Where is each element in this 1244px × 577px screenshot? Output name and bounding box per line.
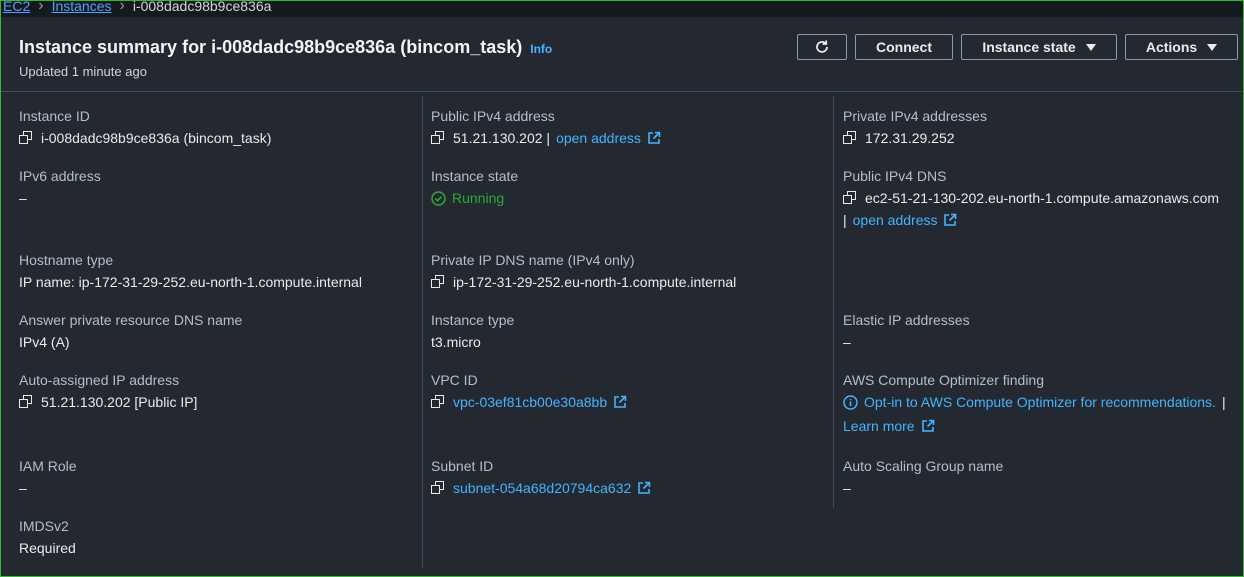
external-link-icon [638, 481, 651, 494]
optimizer-label: AWS Compute Optimizer finding [843, 372, 1044, 388]
instance-summary-panel: EC2 › Instances › i-008dadc98b9ce836a In… [0, 0, 1244, 577]
private-dns-value: ip-172-31-29-252.eu-north-1.compute.inte… [453, 274, 737, 290]
page-title-row: Instance summary for i-008dadc98b9ce836a… [19, 37, 552, 58]
imdsv2-label: IMDSv2 [19, 518, 69, 534]
imdsv2-field: IMDSv2 Required [19, 518, 419, 556]
instance-id-value: i-008dadc98b9ce836a (bincom_task) [41, 130, 272, 146]
vpc-id-field: VPC ID vpc-03ef81cb00e30a8bb [431, 372, 831, 410]
instance-state-label: Instance state [431, 168, 519, 184]
copy-icon[interactable] [431, 481, 445, 495]
private-ipv4-field: Private IPv4 addresses 172.31.29.252 [843, 108, 1243, 146]
hostname-type-label: Hostname type [19, 252, 114, 268]
ipv6-label: IPv6 address [19, 168, 101, 184]
open-address-link[interactable]: open address [853, 212, 938, 228]
vpc-id-link[interactable]: vpc-03ef81cb00e30a8bb [453, 394, 607, 410]
caret-down-icon [1207, 43, 1218, 51]
asg-label: Auto Scaling Group name [843, 458, 1004, 474]
separator: | [843, 212, 847, 228]
external-link-icon [944, 213, 957, 226]
hostname-type-field: Hostname type IP name: ip-172-31-29-252.… [19, 252, 419, 290]
answer-dns-value: IPv4 (A) [19, 334, 70, 350]
instance-type-label: Instance type [431, 312, 515, 328]
summary-header: Instance summary for i-008dadc98b9ce836a… [1, 23, 1243, 92]
copy-icon[interactable] [843, 131, 857, 145]
instance-state-label: Instance state [982, 39, 1076, 55]
external-link-icon [614, 395, 627, 408]
private-ipv4-value: 172.31.29.252 [865, 130, 955, 146]
external-link-icon [921, 419, 934, 432]
ipv6-value: – [19, 190, 27, 206]
info-link[interactable]: Info [530, 42, 552, 56]
caret-down-icon [1085, 43, 1096, 51]
answer-dns-label: Answer private resource DNS name [19, 312, 243, 328]
optimizer-field: AWS Compute Optimizer finding Opt-in to … [843, 372, 1243, 434]
copy-icon[interactable] [431, 131, 445, 145]
auto-ip-label: Auto-assigned IP address [19, 372, 180, 388]
connect-button[interactable]: Connect [855, 34, 953, 60]
learn-more-link[interactable]: Learn more [843, 418, 915, 434]
actions-dropdown[interactable]: Actions [1125, 34, 1238, 60]
elastic-ip-field: Elastic IP addresses – [843, 312, 1243, 350]
asg-field: Auto Scaling Group name – [843, 458, 1243, 496]
open-address-link[interactable]: open address [556, 130, 641, 146]
updated-timestamp: Updated 1 minute ago [19, 64, 147, 79]
copy-icon[interactable] [19, 131, 33, 145]
elastic-ip-value: – [843, 334, 851, 350]
copy-icon[interactable] [431, 395, 445, 409]
iam-role-value: – [19, 480, 27, 496]
public-dns-field: Public IPv4 DNS ec2-51-21-130-202.eu-nor… [843, 168, 1243, 228]
refresh-button[interactable] [797, 34, 847, 60]
copy-icon[interactable] [843, 191, 857, 205]
page-title: Instance summary for i-008dadc98b9ce836a… [19, 37, 523, 57]
ipv6-field: IPv6 address – [19, 168, 419, 206]
public-ipv4-label: Public IPv4 address [431, 108, 555, 124]
instance-state-field: Instance state Running [431, 168, 831, 206]
private-dns-label: Private IP DNS name (IPv4 only) [431, 252, 635, 268]
answer-dns-field: Answer private resource DNS name IPv4 (A… [19, 312, 419, 350]
iam-role-label: IAM Role [19, 458, 77, 474]
subnet-id-label: Subnet ID [431, 458, 494, 474]
column-divider [422, 96, 423, 568]
public-ipv4-field: Public IPv4 address 51.21.130.202 | open… [431, 108, 831, 146]
copy-icon[interactable] [431, 275, 445, 289]
chevron-right-icon: › [119, 0, 125, 14]
breadcrumb: EC2 › Instances › i-008dadc98b9ce836a [1, 0, 1243, 17]
breadcrumb-ec2-link[interactable]: EC2 [3, 1, 30, 14]
elastic-ip-label: Elastic IP addresses [843, 312, 970, 328]
breadcrumb-instances-link[interactable]: Instances [52, 1, 112, 14]
details-grid: Instance ID i-008dadc98b9ce836a (bincom_… [1, 92, 1243, 576]
breadcrumb-current: i-008dadc98b9ce836a [132, 0, 272, 14]
instance-id-label: Instance ID [19, 108, 90, 124]
separator: | [1221, 394, 1226, 410]
external-link-icon [648, 131, 661, 144]
subnet-id-link[interactable]: subnet-054a68d20794ca632 [453, 480, 631, 496]
public-dns-label: Public IPv4 DNS [843, 168, 947, 184]
refresh-icon [816, 40, 828, 53]
instance-type-value: t3.micro [431, 334, 481, 350]
auto-ip-value: 51.21.130.202 [Public IP] [41, 394, 198, 410]
info-circle-icon [843, 394, 858, 410]
column-divider [833, 96, 834, 508]
instance-type-field: Instance type t3.micro [431, 312, 831, 350]
private-ipv4-label: Private IPv4 addresses [843, 108, 987, 124]
instance-state-dropdown[interactable]: Instance state [961, 34, 1117, 60]
public-dns-value: ec2-51-21-130-202.eu-north-1.compute.ama… [865, 190, 1220, 206]
vpc-id-label: VPC ID [431, 372, 478, 388]
iam-role-field: IAM Role – [19, 458, 419, 496]
subnet-id-field: Subnet ID subnet-054a68d20794ca632 [431, 458, 831, 496]
public-ipv4-value: 51.21.130.202 | [453, 130, 551, 146]
asg-value: – [843, 480, 851, 496]
auto-ip-field: Auto-assigned IP address 51.21.130.202 [… [19, 372, 419, 410]
imdsv2-value: Required [19, 540, 76, 556]
chevron-right-icon: › [38, 0, 44, 14]
actions-label: Actions [1145, 39, 1198, 55]
private-dns-field: Private IP DNS name (IPv4 only) ip-172-3… [431, 252, 831, 290]
check-circle-icon [431, 190, 446, 206]
optimizer-opt-in-link[interactable]: Opt-in to AWS Compute Optimizer for reco… [864, 394, 1216, 410]
instance-state-value: Running [452, 190, 505, 206]
copy-icon[interactable] [19, 395, 33, 409]
hostname-type-value: IP name: ip-172-31-29-252.eu-north-1.com… [19, 274, 362, 290]
instance-id-field: Instance ID i-008dadc98b9ce836a (bincom_… [19, 108, 419, 146]
